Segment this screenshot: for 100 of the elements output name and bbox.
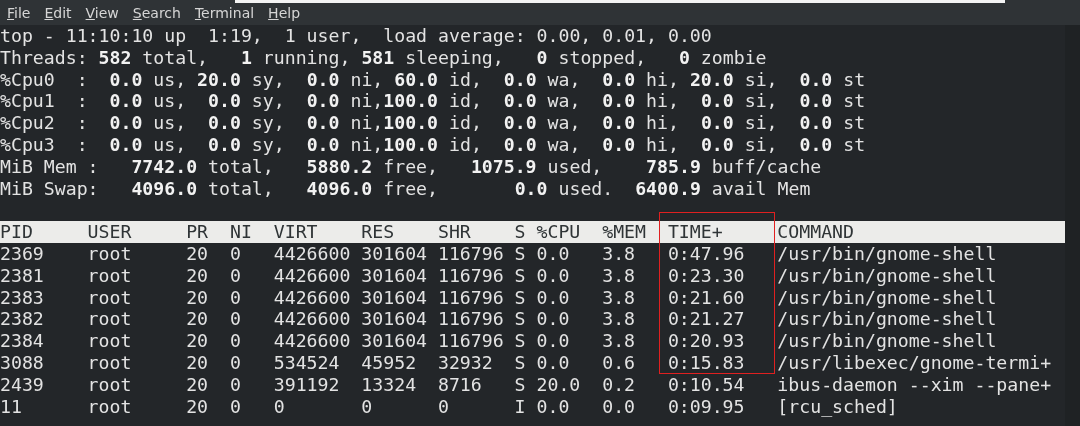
table-cell-text: 301604 (361, 330, 429, 352)
table-cell-text: root (87, 286, 133, 309)
table-cell-text: S (514, 373, 527, 396)
table-cell-text: /usr/bin/gnome-shell (777, 242, 998, 265)
table-cell-text: 301604 (361, 308, 429, 331)
table-cell-text: /usr/libexec/gnome-termi+ (777, 351, 1053, 374)
menu-item[interactable]: Terminal (194, 4, 255, 21)
table-cell-text: S (514, 264, 527, 287)
table-cell-text: 0:47.96 (667, 242, 746, 265)
table-cell-text: 20.0 (536, 373, 582, 396)
table-cell-text: 3.8 (602, 330, 637, 352)
summary-line: MiB Swap: 4096.0 total, 4096.0 free, 0.0 used. 6400.9 avail Mem (0, 177, 812, 200)
table-cell-text: 534524 (273, 351, 341, 374)
table-cell-text: 0.0 (536, 242, 571, 265)
table-cell-text: 4426600 (273, 242, 352, 265)
column-header: COMMAND (777, 221, 1065, 243)
column-header: PID (0, 221, 88, 243)
table-cell-text: /usr/bin/gnome-shell (777, 308, 998, 331)
table-cell-text: 20 (186, 286, 210, 309)
table-cell-text: 0.0 (602, 395, 637, 418)
menu-item[interactable]: Help (268, 4, 301, 21)
table-cell-text: 3.8 (602, 286, 637, 309)
table-cell-text: 0 (229, 373, 242, 396)
table-cell-text: ibus-daemon --xim --pane+ (777, 373, 1053, 396)
table-cell-text: 0 (229, 351, 242, 374)
table-cell-text: /usr/bin/gnome-shell (777, 264, 998, 287)
table-cell-text: 0.0 (536, 351, 571, 374)
table-cell-text: 116796 (437, 242, 505, 265)
table-cell-text: S (514, 286, 527, 309)
menu-item[interactable]: Edit (44, 4, 72, 21)
menu-item[interactable]: View (85, 4, 119, 21)
column-header: USER (87, 221, 187, 243)
table-cell-text: 2382 (0, 308, 45, 331)
table-cell-text: /usr/bin/gnome-shell (777, 286, 998, 309)
summary-line: %Cpu0 : 0.0 us, 20.0 sy, 0.0 ni, 60.0 id, 0.0 wa, 0.0 hi, 20.0 si, 0.0 st (0, 68, 867, 91)
column-header: %MEM (602, 221, 668, 243)
table-cell-text: 0.0 (536, 286, 571, 309)
table-cell-text: 0.0 (536, 330, 571, 352)
table-cell-text: root (87, 373, 133, 396)
column-header: PR (186, 221, 230, 243)
table-cell-text: 20 (186, 330, 210, 352)
column-header: TIME+ (667, 221, 778, 243)
table-cell-text: 0 (229, 308, 242, 331)
column-header: NI (229, 221, 274, 243)
table-cell-text: S (514, 351, 527, 374)
table-cell-text: 20 (186, 264, 210, 287)
table-cell-text: 116796 (437, 308, 505, 331)
table-cell-text: S (514, 330, 527, 352)
table-cell-text: 20 (186, 351, 210, 374)
table-cell-text: 116796 (437, 264, 505, 287)
table-cell-text: 0 (229, 242, 242, 265)
table-cell-text: 2381 (0, 264, 45, 287)
table-cell-text: 0:15.83 (667, 351, 746, 374)
column-header: S (514, 221, 537, 243)
table-cell-text: 0 (229, 395, 242, 418)
table-cell-text: 391192 (273, 373, 341, 396)
table-cell-text: root (87, 264, 133, 287)
table-cell-text: 116796 (437, 330, 505, 352)
summary-line: top - 11:10:10 up 1:19, 1 user, load average: 0.00, 0.01, 0.00 (0, 25, 713, 47)
table-cell-text: root (87, 330, 133, 352)
menu-item[interactable]: Search (132, 4, 181, 21)
table-cell-text: 4426600 (273, 286, 352, 309)
table-cell-text: 13324 (361, 373, 418, 396)
table-cell-text: 0 (229, 330, 242, 352)
column-header: SHR (437, 221, 515, 243)
table-cell-text: 0 (361, 395, 374, 418)
summary-line: %Cpu3 : 0.0 us, 0.0 sy, 0.0 ni,100.0 id, 0.0 wa, 0.0 hi, 0.0 si, 0.0 st (0, 134, 867, 156)
table-cell-text: root (87, 351, 133, 374)
menu-item[interactable]: File (7, 4, 31, 21)
column-header: RES (361, 221, 438, 243)
table-cell-text: 0.6 (602, 351, 637, 374)
table-cell-text: 0:23.30 (667, 264, 746, 287)
table-cell-text: /usr/bin/gnome-shell (777, 330, 998, 352)
table-cell-text: 0:09.95 (667, 395, 746, 418)
column-header: %CPU (536, 221, 603, 243)
table-cell-text: 3.8 (602, 264, 637, 287)
table-cell-text: 0 (229, 264, 242, 287)
table-cell-text: S (514, 242, 527, 265)
table-cell-text: 3.8 (602, 242, 637, 265)
table-cell-text: 301604 (361, 264, 429, 287)
table-cell-text: 0:21.60 (667, 286, 746, 309)
table-cell-text: 0.0 (536, 264, 571, 287)
table-cell-text: 2439 (0, 373, 45, 396)
table-cell-text: 3088 (0, 351, 45, 374)
table-cell-text: 45952 (361, 351, 418, 374)
table-cell-text: 4426600 (273, 330, 352, 352)
table-cell-text: 301604 (361, 286, 429, 309)
table-cell-text: 2369 (0, 242, 45, 265)
table-cell-text: 8716 (437, 373, 483, 396)
summary-line: %Cpu1 : 0.0 us, 0.0 sy, 0.0 ni,100.0 id, 0.0 wa, 0.0 hi, 0.0 si, 0.0 st (0, 90, 867, 113)
table-cell-text: 4426600 (273, 308, 352, 331)
column-header: VIRT (273, 221, 362, 243)
summary-line: MiB Mem : 7742.0 total, 5880.2 free, 1075.9 used, 785.9 buff/cache (0, 155, 823, 178)
table-cell-text: 0.0 (536, 308, 571, 331)
table-cell-text: 20 (186, 395, 210, 418)
summary-line: Threads: 582 total, 1 running, 581 sleeping, 0 stopped, 0 zombie (0, 46, 768, 69)
table-cell-text: root (87, 308, 133, 331)
table-cell-text: root (87, 242, 133, 265)
table-cell-text: 0.2 (602, 373, 637, 396)
table-cell-text: 11 (0, 395, 23, 418)
